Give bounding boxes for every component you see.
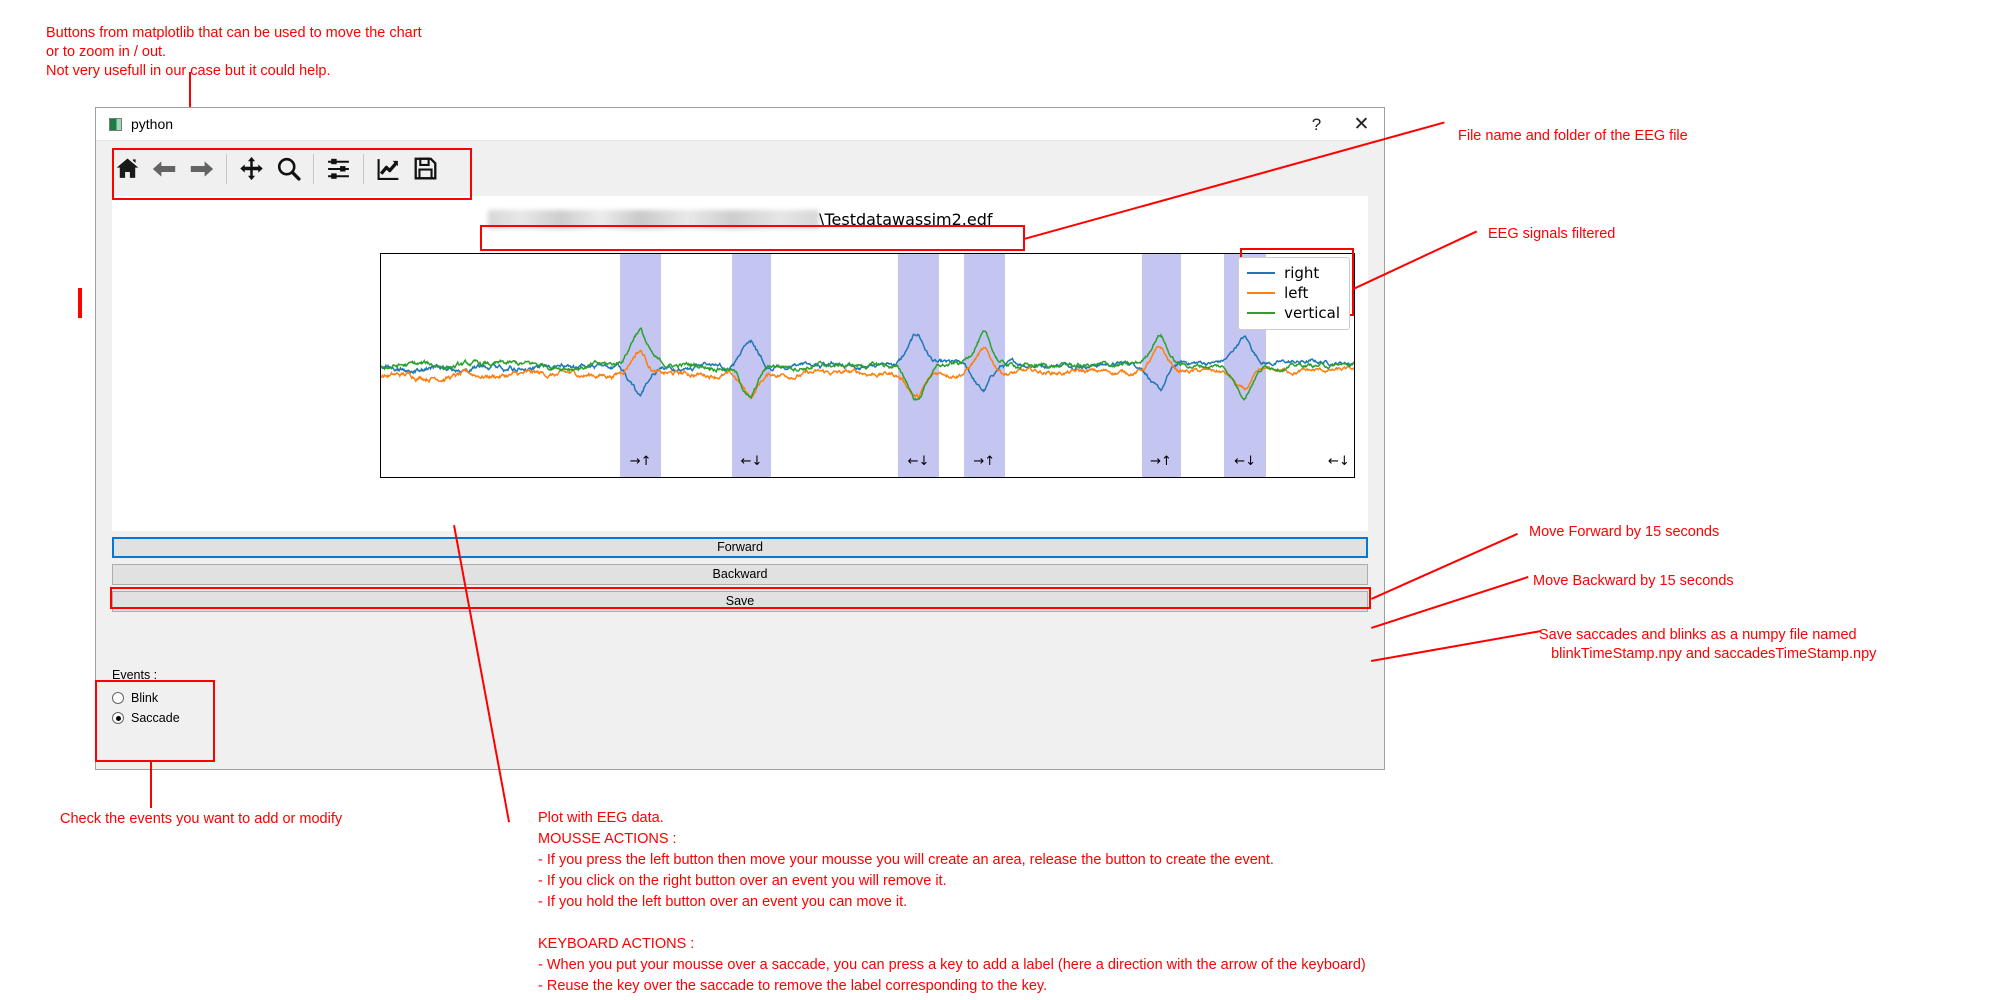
leader-line-backward [1371,576,1529,629]
highlight-box-toolbar [112,148,472,200]
saccade-direction-label: →↑ [973,454,996,470]
x-tick-mark [1112,477,1113,478]
annotation-backward-note: Move Backward by 15 seconds [1533,573,1734,589]
y-tick-mark [380,322,381,323]
legend-item-left: left [1247,283,1340,303]
y-tick-mark [380,457,381,458]
highlight-box-forward [110,587,1371,609]
close-button[interactable]: ✕ [1339,108,1384,141]
annotation-forward-note: Move Forward by 15 seconds [1529,524,1720,540]
eeg-trace-left [381,345,1354,400]
saccade-direction-label: →↑ [629,454,652,470]
x-tick-mark [1234,477,1235,478]
annotation-events-note: Check the events you want to add or modi… [60,811,343,827]
forward-button[interactable]: Forward [112,537,1368,558]
legend-swatch-right [1247,271,1276,275]
leader-line-events [150,762,152,808]
x-tick-mark [381,477,382,478]
stray-red-mark [78,288,82,318]
saccade-direction-label: →↑ [1150,454,1172,470]
x-tick-mark [503,477,504,478]
eeg-plot-axes[interactable]: right left vertical 4002000−200−400 2400… [380,253,1355,478]
legend-label-vertical: vertical [1284,304,1340,322]
annotation-file-note: File name and folder of the EEG file [1458,128,1688,144]
legend-swatch-vertical [1247,311,1276,315]
eeg-trace-layer [381,326,1354,402]
python-app-icon [109,117,122,131]
x-tick-mark [990,477,991,478]
help-button[interactable]: ? [1294,108,1339,141]
window-titlebar: python ? ✕ [96,108,1384,141]
x-tick-mark [869,477,870,478]
annotation-signals-note: EEG signals filtered [1488,226,1616,242]
eeg-trace-vertical [381,326,1354,402]
python-application-window: python ? ✕ \Testdatawassim2.edf right le… [95,107,1385,770]
annotation-save-note: Save saccades and blinks as a numpy file… [1539,627,1877,663]
y-tick-mark [380,277,381,278]
leader-line-forward [1371,532,1518,600]
x-tick-mark [747,477,748,478]
legend-swatch-left [1247,291,1276,295]
annotation-toolbar-note: Buttons from matplotlib that can be used… [46,25,422,80]
legend-item-vertical: vertical [1247,303,1340,323]
window-title: python [131,116,174,132]
saccade-direction-label: ←↓ [1328,454,1350,470]
window-buttons: ? ✕ [1294,108,1384,141]
highlight-box-events [95,680,215,762]
annotation-plot-note: Plot with EEG data. MOUSSE ACTIONS : - I… [538,810,1366,995]
leader-line-save [1371,630,1541,662]
highlight-box-filename [480,225,1025,251]
y-tick-mark [380,412,381,413]
saccade-direction-label: ←↓ [740,454,763,470]
saccade-direction-label: ←↓ [1234,454,1256,470]
legend-label-left: left [1284,284,1309,302]
legend-item-right: right [1247,263,1340,283]
legend-label-right: right [1284,264,1320,282]
plot-legend: right left vertical [1238,257,1350,330]
y-tick-mark [380,367,381,368]
x-tick-mark [625,477,626,478]
backward-button[interactable]: Backward [112,564,1368,585]
saccade-direction-label: ←↓ [907,454,930,470]
